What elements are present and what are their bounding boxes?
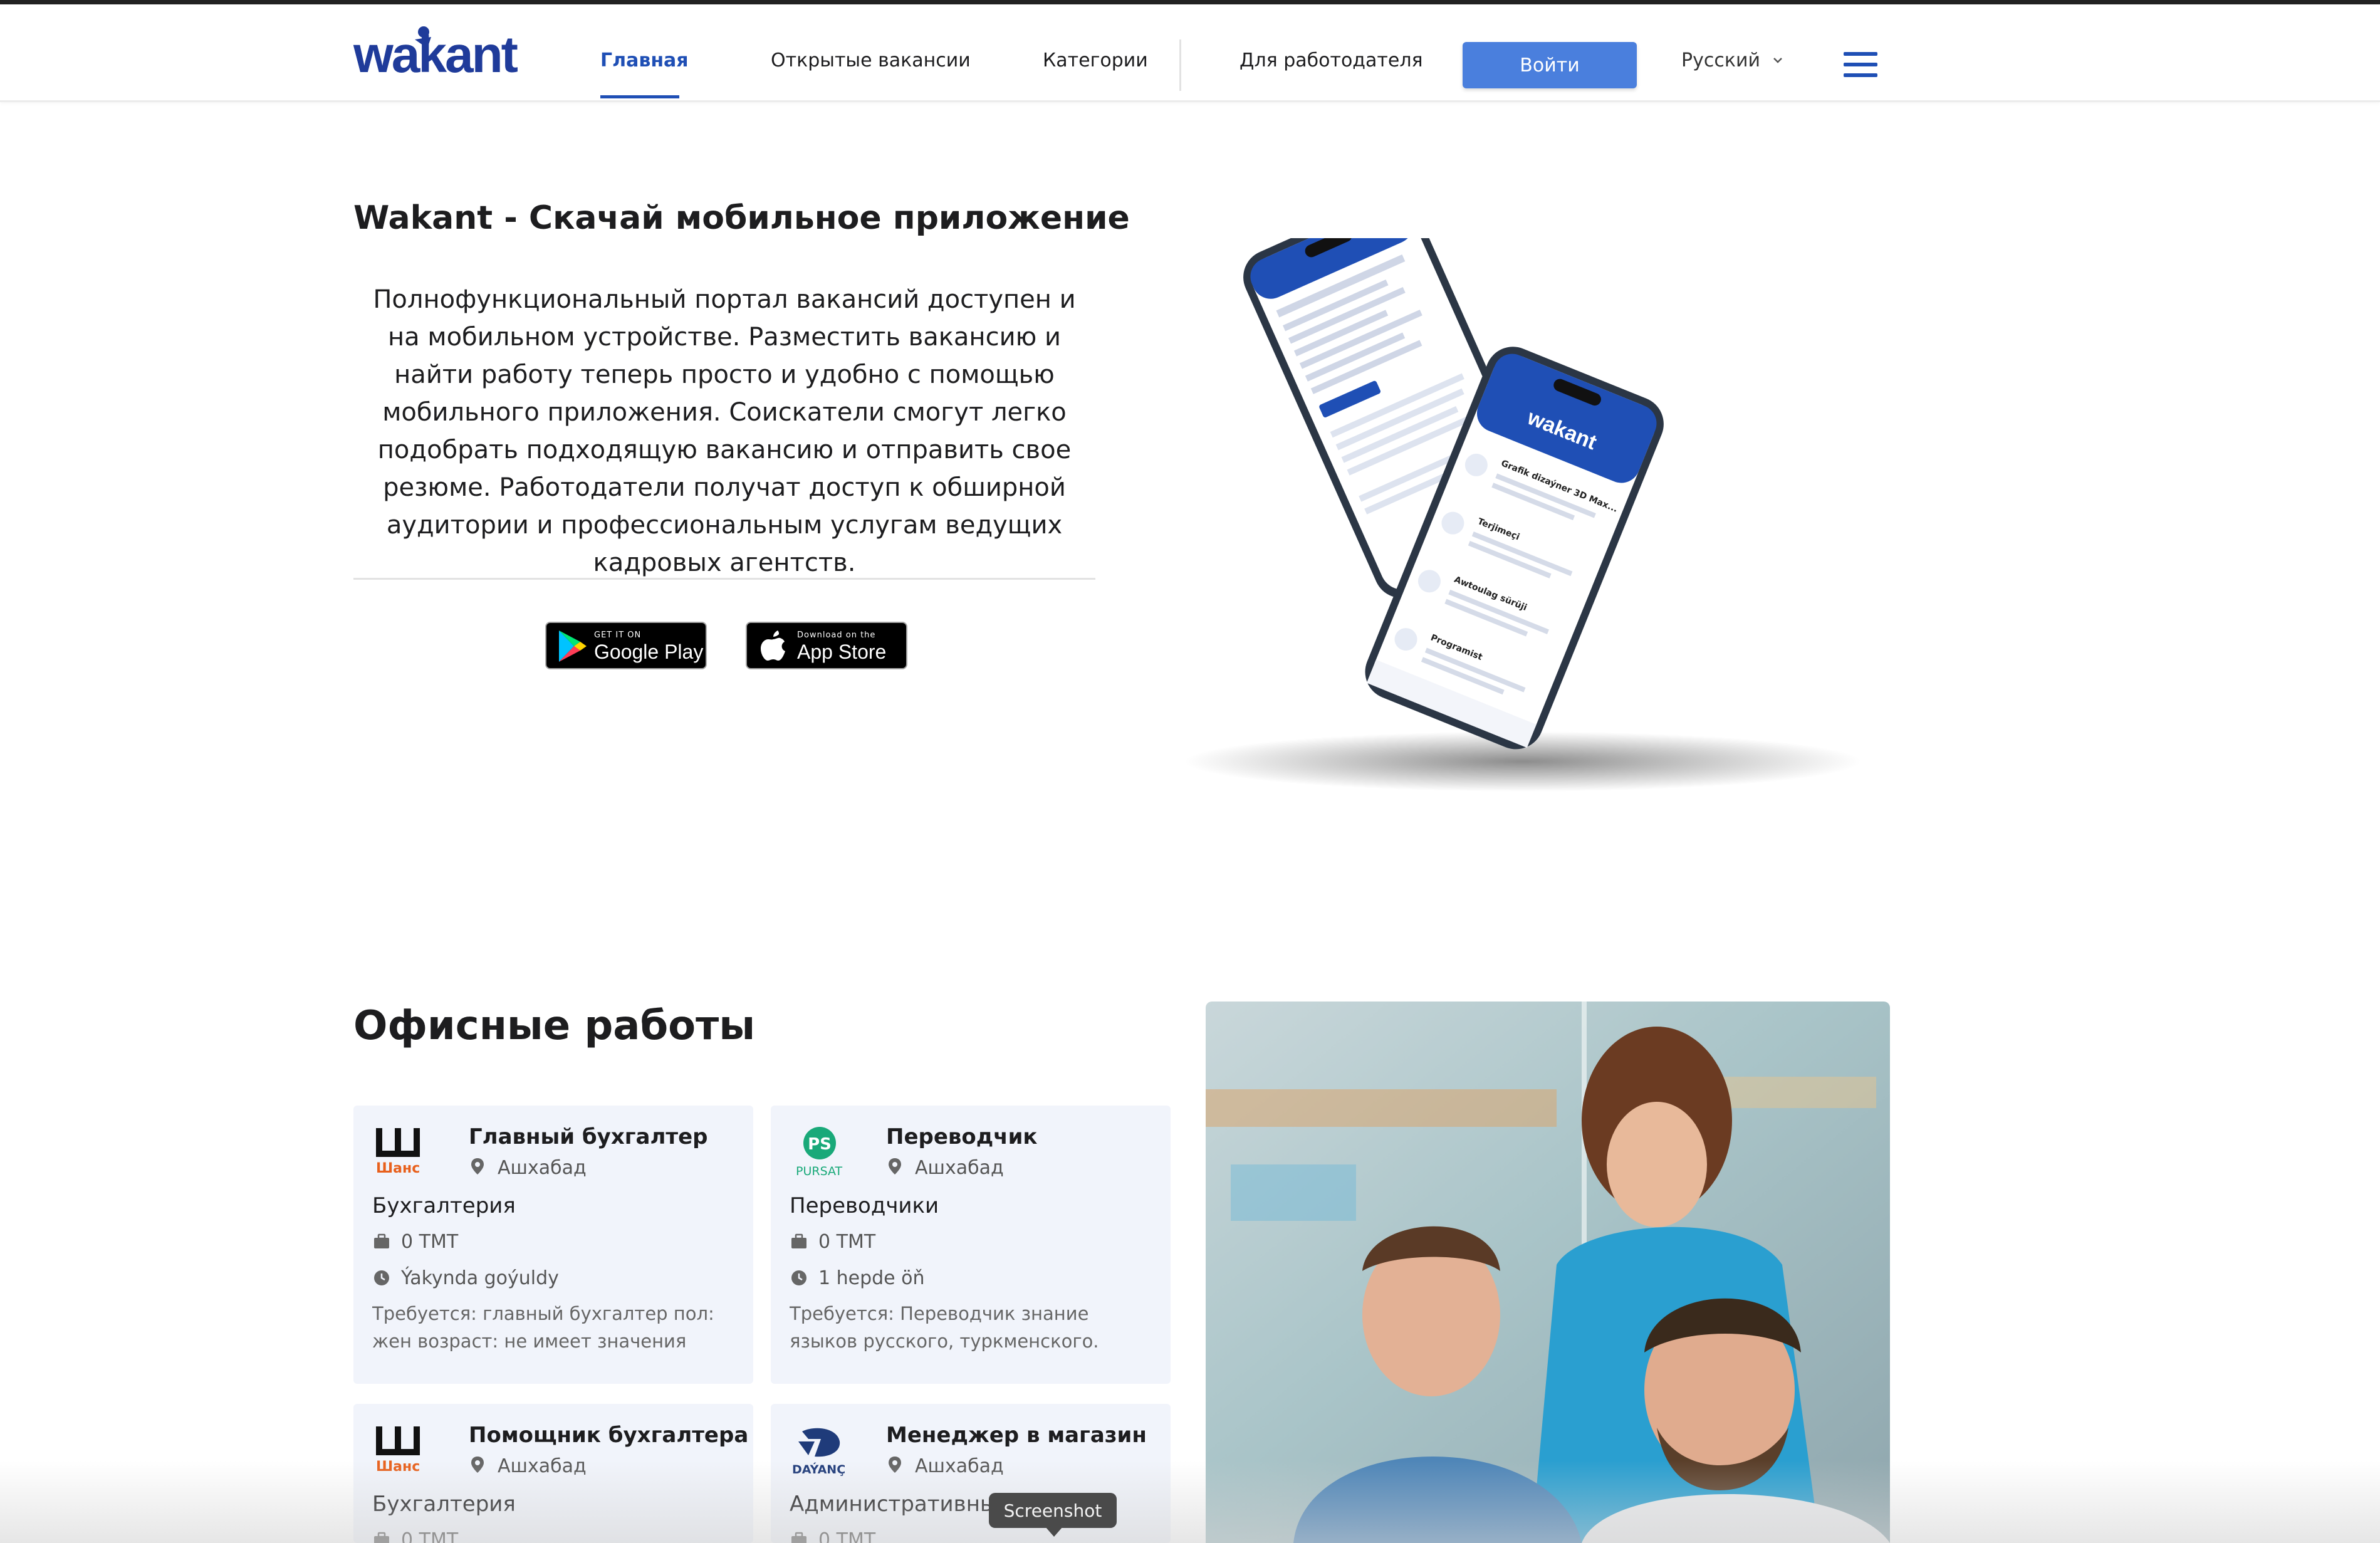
- job-salary: 0 TMT: [818, 1529, 876, 1543]
- screenshot-tooltip: Screenshot: [989, 1493, 1117, 1528]
- google-play-small-text: GET IT ON: [594, 630, 642, 640]
- svg-text:PS: PS: [808, 1135, 832, 1154]
- nav-divider: [1179, 39, 1181, 91]
- location-pin-icon: [889, 1158, 901, 1174]
- job-description: Требуется: главный бухгалтер пол: жен во…: [372, 1303, 714, 1352]
- job-title[interactable]: Переводчик: [886, 1124, 1038, 1149]
- app-store-small-text: Download on the: [797, 630, 876, 640]
- job-salary: 0 TMT: [818, 1231, 876, 1253]
- location-pin-icon: [889, 1457, 901, 1473]
- google-play-label: Google Play: [594, 641, 704, 663]
- mobile-app-mockup: wakant Grafik dizaýner 3D Max... Terjime…: [1184, 238, 1861, 792]
- nav-link-for-employer[interactable]: Для работодателя: [1240, 50, 1423, 71]
- app-store-button[interactable]: Download on the App Store: [746, 622, 907, 669]
- company-logo-text: PURSAT: [796, 1164, 843, 1178]
- login-button[interactable]: Войти: [1463, 42, 1637, 88]
- clock-icon: [791, 1270, 806, 1285]
- job-description: Требуется: Переводчик знание языков русс…: [790, 1303, 1099, 1352]
- job-category: Переводчики: [790, 1193, 939, 1218]
- briefcase-icon: [374, 1233, 389, 1248]
- job-category: Бухгалтерия: [372, 1193, 516, 1218]
- chevron-down-icon[interactable]: [1771, 53, 1785, 67]
- logo-text: wakant: [353, 26, 518, 83]
- apple-icon: [761, 630, 785, 661]
- company-logo-text: Шанс: [376, 1161, 420, 1176]
- location-pin-icon: [471, 1457, 484, 1473]
- job-card[interactable]: PS PURSAT Переводчик Ашхабад Переводчики…: [771, 1106, 1171, 1384]
- job-salary: 0 TMT: [401, 1529, 459, 1543]
- top-navigation: wakant Главная Открытые вакансии Категор…: [0, 4, 2380, 102]
- google-play-button[interactable]: GET IT ON Google Play: [545, 622, 707, 669]
- briefcase-icon: [791, 1233, 806, 1248]
- job-category: Административный: [790, 1492, 1011, 1517]
- clock-icon: [374, 1270, 389, 1285]
- job-posted-time: Ýakynda goýuldy: [401, 1267, 559, 1289]
- job-card[interactable]: Шанс Помощник бухгалтера Ашхабад Бухгалт…: [353, 1404, 753, 1543]
- active-tab-indicator: [600, 95, 679, 98]
- job-location: Ашхабад: [915, 1157, 1004, 1179]
- tooltip-arrow: [1045, 1527, 1063, 1537]
- briefcase-icon: [374, 1532, 389, 1543]
- location-pin-icon: [471, 1158, 484, 1174]
- job-title[interactable]: Главный бухгалтер: [469, 1124, 707, 1149]
- hamburger-icon[interactable]: [1844, 52, 1877, 77]
- language-select[interactable]: Русский: [1681, 50, 1760, 71]
- hero-divider: [353, 578, 1095, 580]
- nav-link-home[interactable]: Главная: [600, 50, 689, 71]
- app-store-label: App Store: [797, 641, 887, 663]
- job-location: Ашхабад: [915, 1455, 1004, 1477]
- company-logo: Шанс: [372, 1423, 432, 1480]
- company-logo-text: DAÝANÇ: [792, 1463, 846, 1477]
- job-posted-time: 1 hepde öň: [818, 1267, 925, 1289]
- hero-title: Wakant - Скачай мобильное приложение: [353, 199, 1130, 237]
- section-title-office-jobs: Офисные работы: [353, 1003, 756, 1049]
- google-play-icon: [559, 630, 587, 662]
- hero-description: Полнофункциональный портал вакансий дост…: [373, 285, 1076, 577]
- job-location: Ашхабад: [498, 1455, 587, 1477]
- company-logo-text: Шанс: [376, 1459, 420, 1475]
- job-card[interactable]: Шанс Главный бухгалтер Ашхабад Бухгалтер…: [353, 1106, 753, 1384]
- job-salary: 0 TMT: [401, 1231, 459, 1253]
- wakant-logo[interactable]: wakant: [353, 21, 518, 95]
- company-logo: PS PURSAT: [790, 1124, 850, 1182]
- nav-link-categories[interactable]: Категории: [1043, 50, 1148, 71]
- briefcase-icon: [791, 1532, 806, 1543]
- nav-link-open-vacancies[interactable]: Открытые вакансии: [771, 50, 971, 71]
- job-category: Бухгалтерия: [372, 1492, 516, 1517]
- job-location: Ашхабад: [498, 1157, 587, 1179]
- office-team-photo: [1206, 1002, 1890, 1543]
- job-title[interactable]: Помощник бухгалтера: [469, 1423, 748, 1448]
- company-logo: DAÝANÇ: [790, 1423, 850, 1480]
- company-logo: Шанс: [372, 1124, 432, 1182]
- window-top-border: [0, 0, 2380, 4]
- job-title[interactable]: Менеджер в магазин: [886, 1423, 1147, 1448]
